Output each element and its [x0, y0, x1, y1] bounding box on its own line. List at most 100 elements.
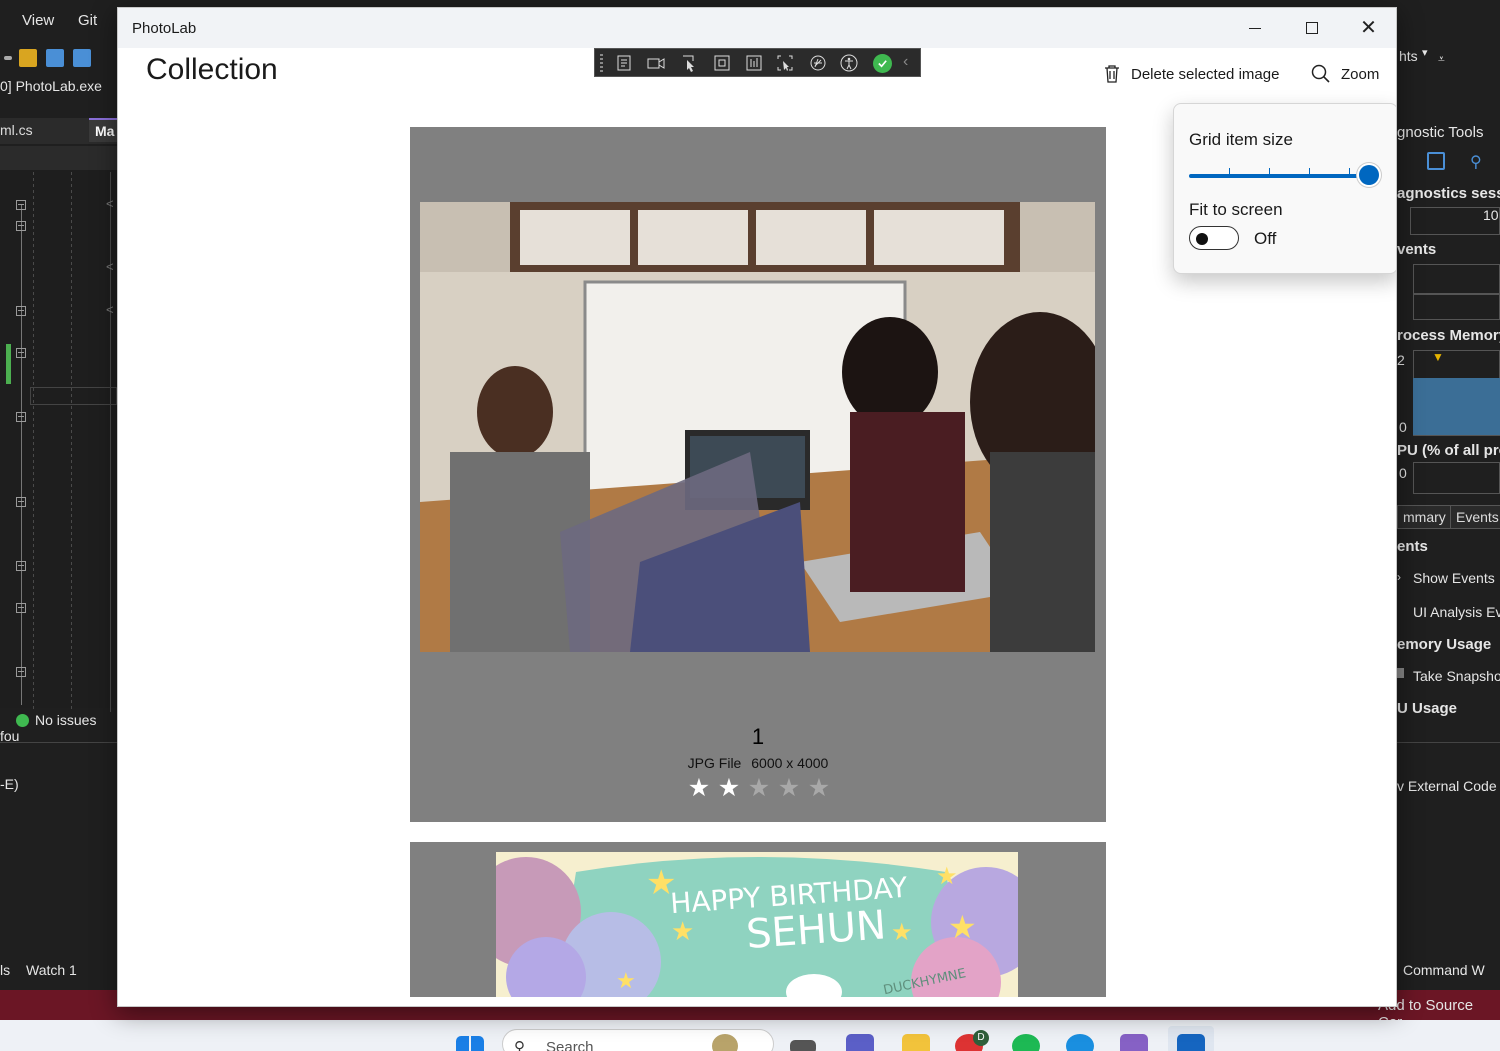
- track-focus-icon[interactable]: [743, 53, 765, 73]
- photo-thumbnail: [420, 202, 1095, 652]
- tab-events[interactable]: Events: [1450, 505, 1500, 529]
- windows-start-icon[interactable]: [456, 1036, 484, 1051]
- star-icon[interactable]: ★: [686, 776, 712, 801]
- star-decoration-icon: ★: [891, 919, 913, 946]
- chrome-profile-badge: D: [973, 1030, 989, 1046]
- image-grid-item[interactable]: 1 JPG File 6000 x 4000 ★ ★ ★ ★ ★: [410, 127, 1106, 822]
- live-visual-tree-icon[interactable]: [614, 53, 636, 73]
- task-view-icon[interactable]: [790, 1040, 816, 1051]
- spotify-icon[interactable]: [1012, 1034, 1040, 1051]
- video-icon[interactable]: [645, 53, 667, 73]
- tab-watch-1[interactable]: Watch 1: [26, 962, 77, 978]
- bind-failures-icon[interactable]: [774, 53, 796, 73]
- tab-main[interactable]: Ma: [89, 118, 121, 142]
- hot-reload-icon[interactable]: [807, 53, 829, 73]
- widget-icon[interactable]: [712, 1034, 738, 1051]
- watch-tabs: ls Watch 1: [0, 962, 77, 978]
- star-icon[interactable]: ★: [716, 776, 742, 801]
- taskbar-search-placeholder: Search: [546, 1039, 594, 1051]
- file-explorer-icon[interactable]: [902, 1034, 930, 1051]
- star-icon[interactable]: ★: [746, 776, 772, 801]
- rating-control[interactable]: ★ ★ ★ ★ ★: [686, 776, 836, 801]
- select-element-icon[interactable]: [679, 53, 701, 73]
- fold-toggle-icon[interactable]: [16, 497, 26, 507]
- zoom-icon: [1311, 64, 1330, 83]
- title-bar[interactable]: PhotoLab ✕: [118, 8, 1396, 48]
- star-decoration-icon: ★: [646, 864, 676, 902]
- command-window-tab[interactable]: Command W: [1403, 962, 1485, 978]
- xaml-debug-toolbar: ‹: [594, 48, 921, 77]
- show-events-button[interactable]: Show Events: [1413, 570, 1495, 586]
- grid-item-size-slider[interactable]: [1189, 174, 1369, 178]
- highlights-menu[interactable]: hts: [1399, 48, 1418, 64]
- display-layout-adorners-icon[interactable]: [711, 53, 733, 73]
- process-label[interactable]: 0] PhotoLab.exe: [0, 78, 117, 100]
- open-folder-icon[interactable]: [19, 49, 37, 67]
- fold-toggle-icon[interactable]: [16, 348, 26, 358]
- zoom-in-icon[interactable]: ⚲: [1470, 152, 1482, 172]
- menu-git[interactable]: Git: [78, 12, 97, 29]
- tab-locals[interactable]: ls: [0, 962, 10, 978]
- fold-toggle-icon[interactable]: [16, 200, 26, 210]
- cpu-graph: [1413, 462, 1500, 494]
- external-code-option[interactable]: v External Code: [1397, 778, 1497, 794]
- fold-toggle-icon[interactable]: [16, 561, 26, 571]
- mem-axis-top: 2: [1397, 352, 1405, 368]
- delete-selected-image-button[interactable]: Delete selected image: [1103, 62, 1279, 86]
- image-grid-item[interactable]: HAPPY BIRTHDAY SEHUN DUCKHYMNE ★ ★ ★ ★ ★…: [410, 842, 1106, 997]
- take-snapshot-button[interactable]: Take Snapsho: [1413, 668, 1500, 684]
- close-button[interactable]: ✕: [1340, 8, 1396, 48]
- export-icon[interactable]: [1427, 152, 1445, 170]
- overflow-icon[interactable]: ⩡: [1438, 52, 1445, 67]
- save-icon[interactable]: [46, 49, 64, 67]
- minimize-icon: [1248, 27, 1261, 29]
- chevron-down-icon[interactable]: ▾: [1422, 46, 1428, 59]
- accessibility-icon[interactable]: [838, 53, 860, 73]
- grid-item-size-label: Grid item size: [1189, 130, 1293, 149]
- edge-icon[interactable]: [1066, 1034, 1094, 1051]
- close-icon: ✕: [1360, 17, 1377, 39]
- memory-graph-fill: [1413, 378, 1500, 435]
- slider-tick: [1269, 168, 1270, 174]
- memory-usage-header: emory Usage: [1397, 636, 1492, 653]
- tab-xaml-cs[interactable]: ml.cs: [0, 122, 33, 138]
- code-angle-bracket: <: [106, 259, 114, 274]
- star-decoration-icon: ★: [671, 916, 694, 946]
- slider-thumb[interactable]: [1357, 163, 1381, 187]
- dropdown-icon[interactable]: [4, 56, 12, 60]
- indent-guide: [71, 172, 72, 712]
- fit-to-screen-label: Fit to screen: [1189, 200, 1283, 219]
- fold-toggle-icon[interactable]: [16, 603, 26, 613]
- fit-to-screen-toggle[interactable]: [1189, 226, 1239, 250]
- slider-tick: [1349, 168, 1350, 174]
- ui-analysis-button[interactable]: UI Analysis Ev: [1413, 604, 1500, 620]
- events-header: ents: [1397, 538, 1428, 555]
- slider-tick: [1229, 168, 1230, 174]
- fold-toggle-icon[interactable]: [16, 667, 26, 677]
- code-angle-bracket: <: [106, 302, 114, 317]
- fold-toggle-icon[interactable]: [16, 221, 26, 231]
- fold-toggle-icon[interactable]: [16, 306, 26, 316]
- star-icon[interactable]: ★: [806, 776, 832, 801]
- save-all-icon[interactable]: [73, 49, 91, 67]
- indent-guide: [110, 172, 111, 712]
- issues-status[interactable]: No issues fou: [0, 712, 117, 744]
- image-meta: JPG File 6000 x 4000: [410, 755, 1106, 771]
- grip-icon[interactable]: [600, 54, 603, 72]
- collapse-toolbar-icon[interactable]: ‹: [903, 53, 908, 71]
- tab-summary[interactable]: mmary: [1397, 505, 1452, 529]
- maximize-button[interactable]: [1283, 8, 1340, 48]
- cpu-section: PU (% of all pro: [1397, 442, 1500, 459]
- hot-reload-status-icon[interactable]: [873, 54, 892, 73]
- photolab-taskbar-icon[interactable]: [1177, 1034, 1205, 1051]
- teams-icon[interactable]: [846, 1034, 874, 1051]
- photolab-window: PhotoLab ✕ Collection ‹ Delete selected …: [117, 7, 1397, 1007]
- fold-toggle-icon[interactable]: [16, 412, 26, 422]
- timeline-tick: 10: [1483, 207, 1499, 223]
- image-dimensions: 6000 x 4000: [751, 755, 829, 771]
- star-icon[interactable]: ★: [776, 776, 802, 801]
- menu-view[interactable]: View: [22, 12, 54, 29]
- zoom-button[interactable]: Zoom: [1311, 62, 1379, 86]
- minimize-button[interactable]: [1226, 8, 1283, 48]
- visual-studio-icon[interactable]: [1120, 1034, 1148, 1051]
